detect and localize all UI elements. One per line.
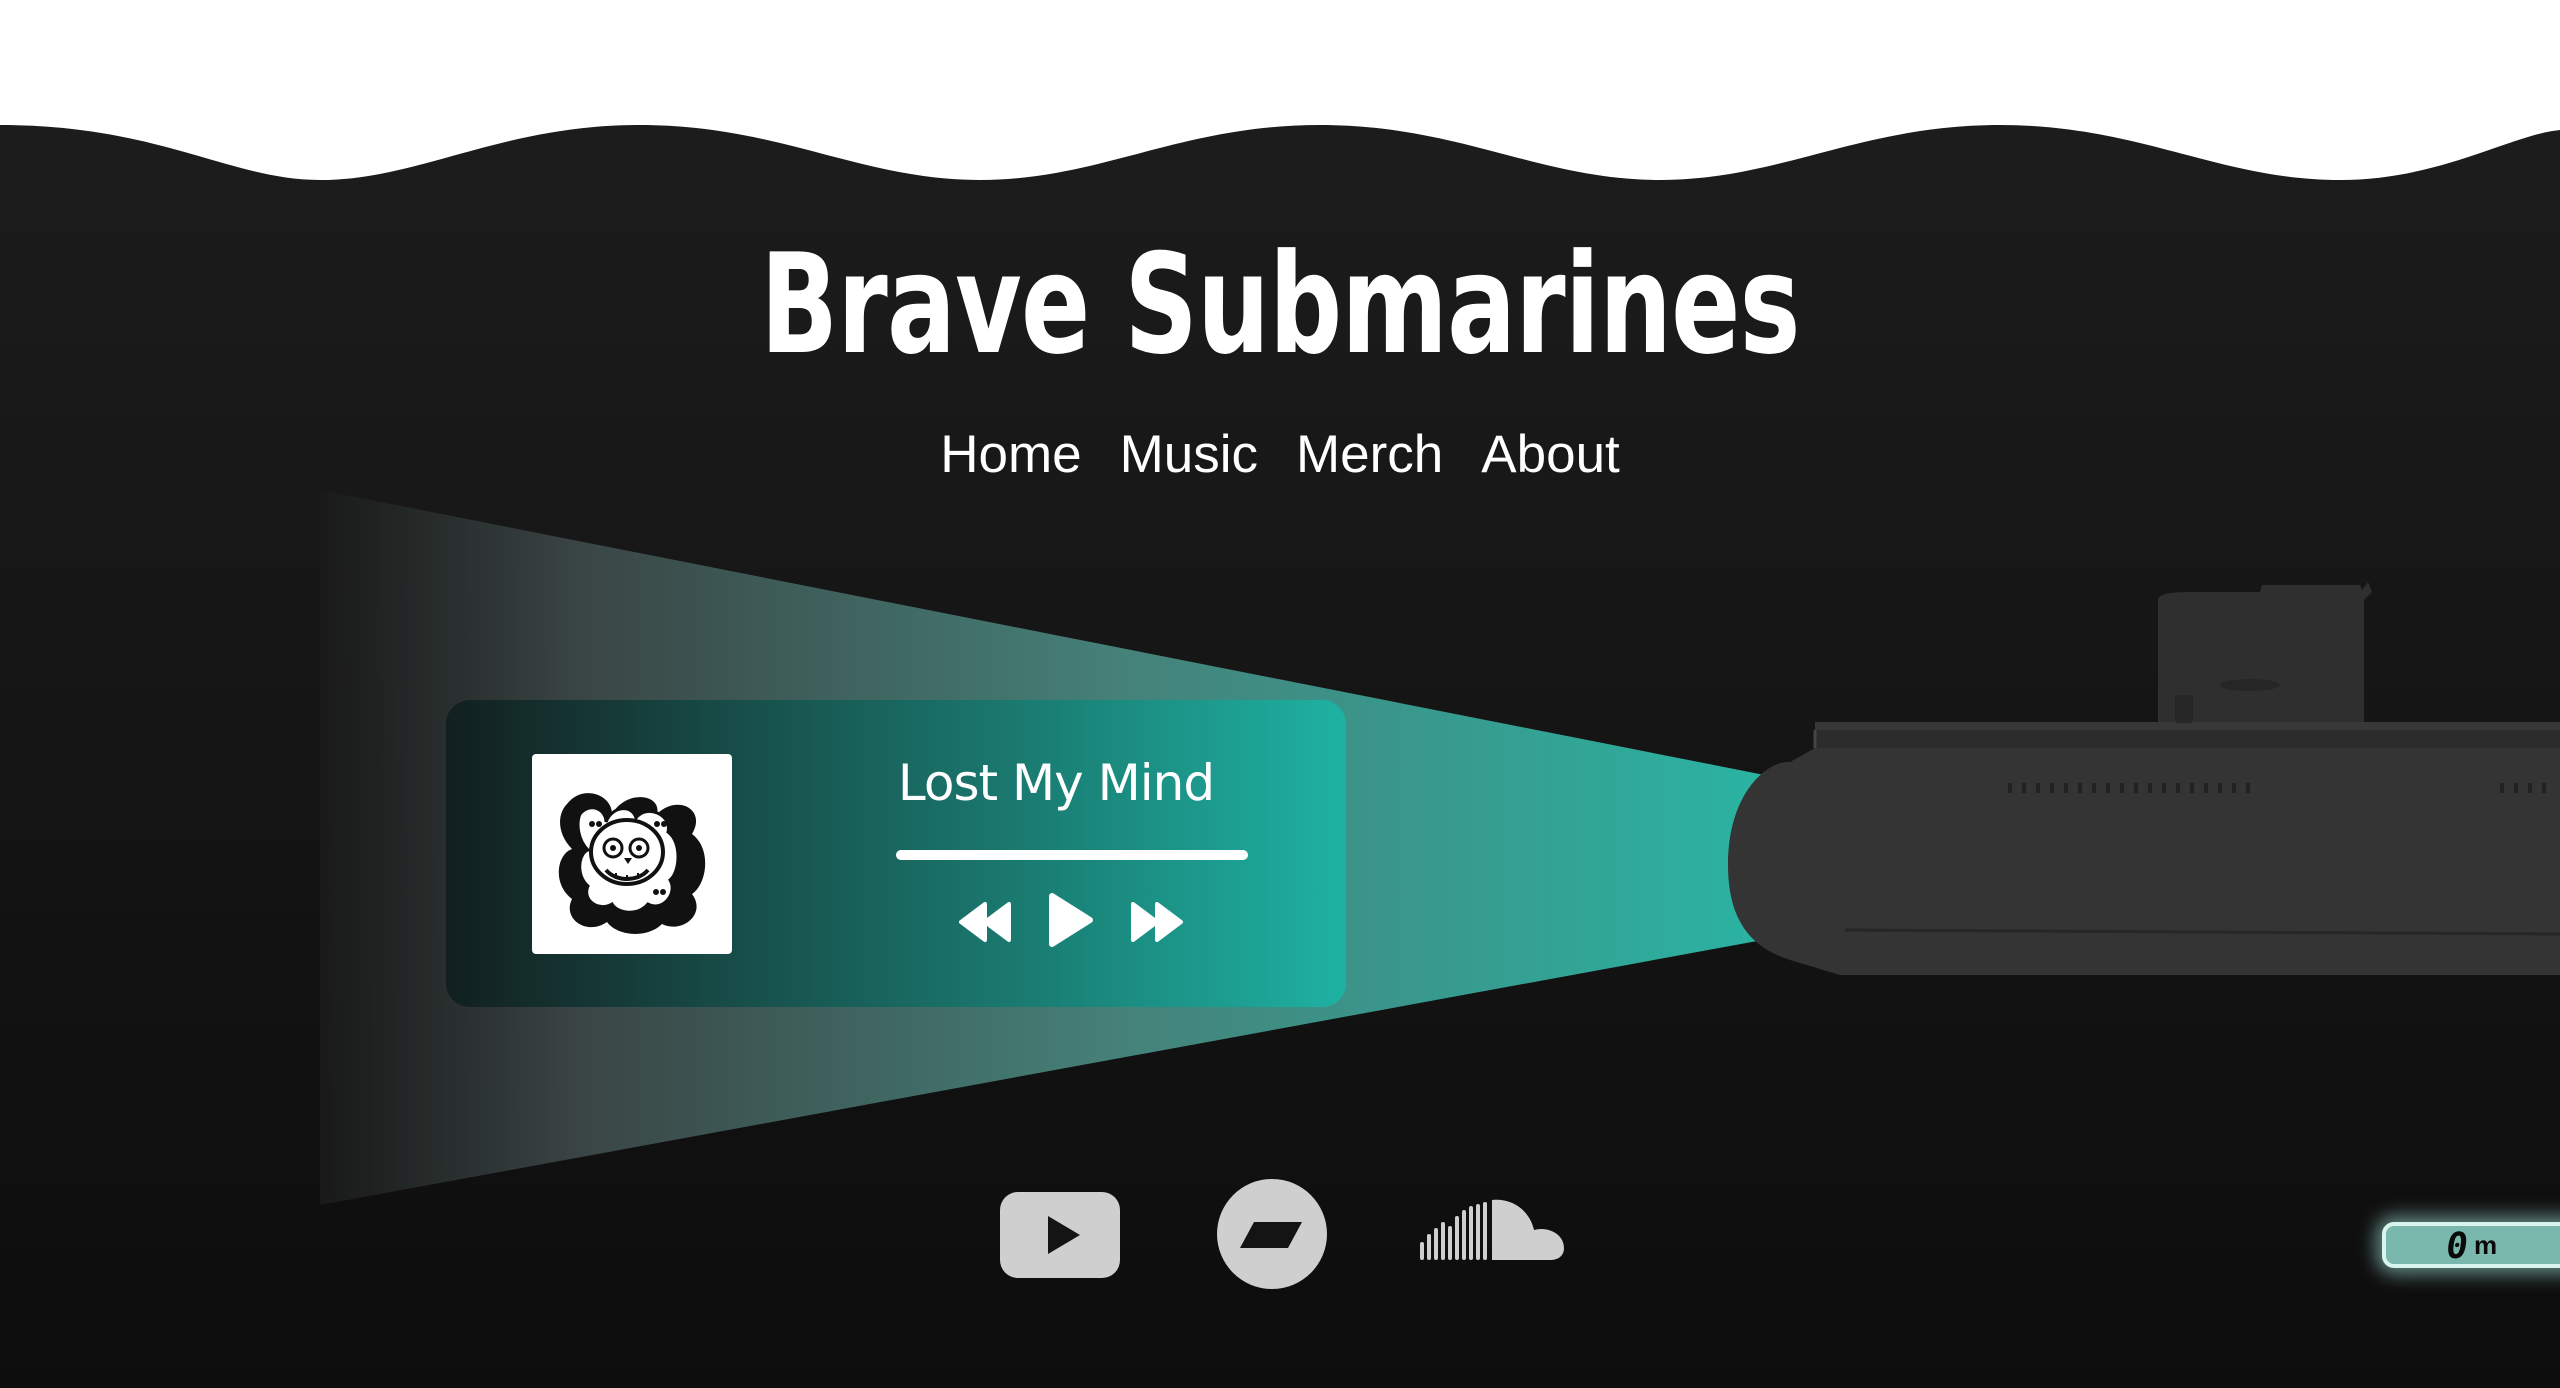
bandcamp-icon	[1217, 1179, 1327, 1289]
music-player: Lost My Mind	[446, 700, 1346, 1007]
bandcamp-link[interactable]	[1216, 1178, 1328, 1290]
soundcloud-icon	[1420, 1199, 1564, 1260]
nav-link-about[interactable]: About	[1481, 415, 1620, 495]
skull-cartoon-icon	[558, 793, 706, 934]
rewind-button[interactable]	[959, 900, 1013, 944]
soundcloud-link[interactable]	[1418, 1196, 1566, 1268]
nav-link-home[interactable]: Home	[940, 415, 1081, 495]
progress-bar[interactable]	[896, 850, 1248, 860]
track-title: Lost My Mind	[897, 754, 1215, 812]
site-title: Brave Submarines	[760, 224, 1800, 385]
main-nav: Home Music Merch About	[0, 415, 2560, 495]
nav-link-merch[interactable]: Merch	[1296, 415, 1443, 495]
fast-forward-icon	[1131, 902, 1183, 942]
play-button[interactable]	[1046, 892, 1094, 948]
album-art[interactable]	[532, 754, 732, 954]
fast-forward-button[interactable]	[1129, 900, 1183, 944]
progress-fill	[896, 850, 1248, 860]
depth-value: 0	[2443, 1226, 2471, 1267]
depth-gauge: 0 m	[2382, 1222, 2560, 1268]
play-icon	[1049, 893, 1093, 947]
depth-unit: m	[2474, 1230, 2498, 1260]
rewind-icon	[959, 902, 1011, 942]
youtube-icon	[1000, 1192, 1120, 1278]
youtube-link[interactable]	[998, 1190, 1122, 1280]
page: Brave Submarines Home Music Merch About	[0, 0, 2560, 1388]
nav-link-music[interactable]: Music	[1120, 415, 1258, 495]
